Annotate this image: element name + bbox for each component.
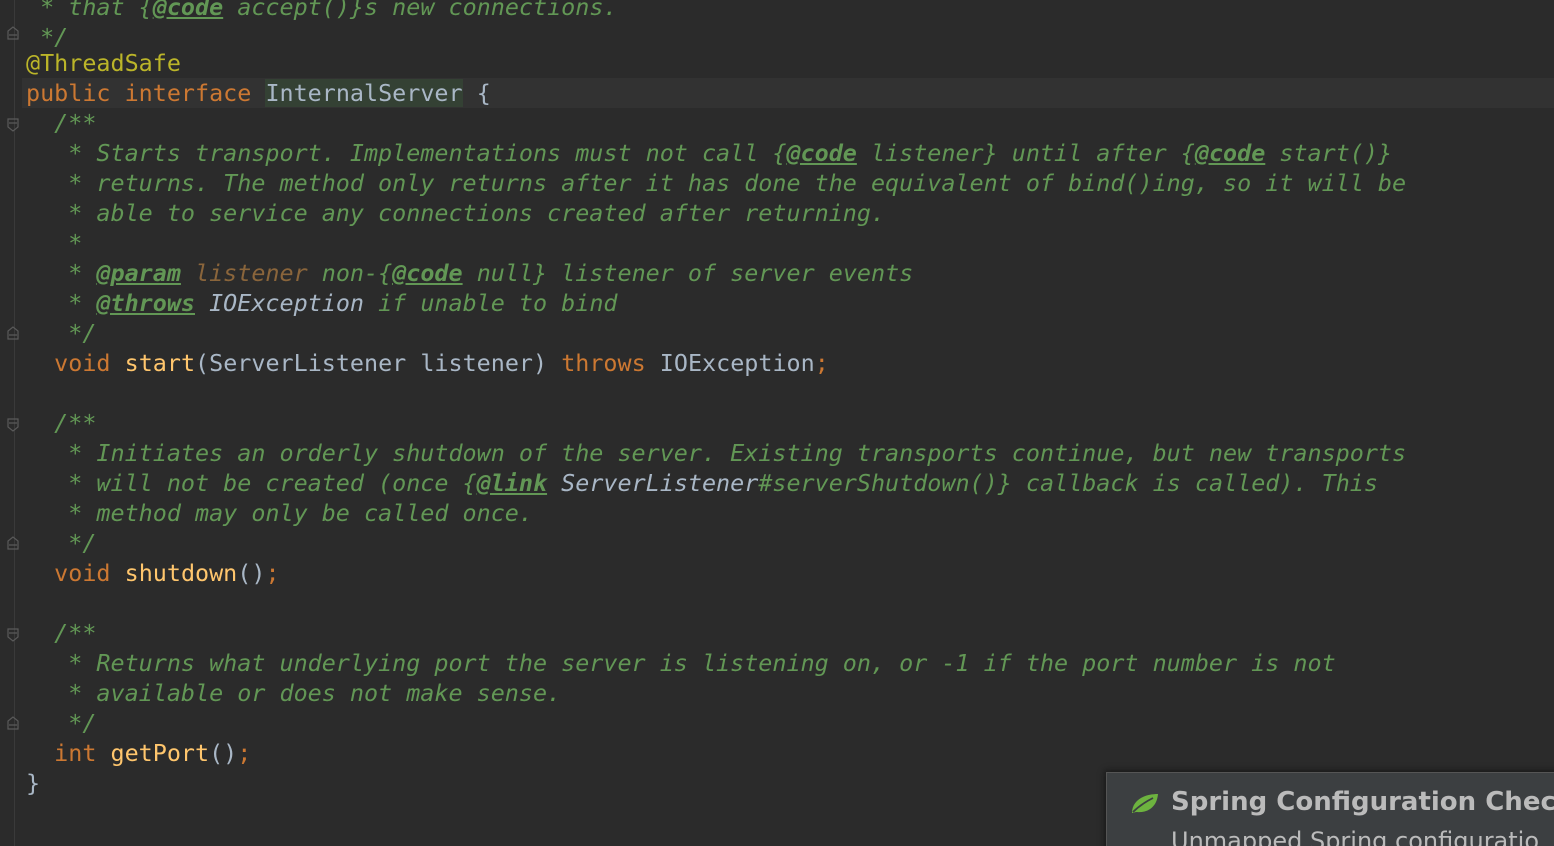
comment-text: /** <box>26 109 97 137</box>
comment-text: */ <box>26 709 97 737</box>
javadoc-tag: @code <box>152 0 224 21</box>
comment-text: listener} until after { <box>856 139 1195 167</box>
code-line[interactable]: void start(ServerListener listener) thro… <box>26 348 829 378</box>
keyword: throws <box>561 349 646 377</box>
code-line[interactable]: */ <box>26 318 96 348</box>
exception-type: IOException <box>659 349 815 377</box>
code-line[interactable]: void shutdown(); <box>26 558 280 588</box>
code-line[interactable]: @ThreadSafe <box>26 48 181 78</box>
comment-text: * <box>26 289 97 317</box>
javadoc-tag: @link <box>476 469 548 497</box>
code-line[interactable]: * method may only be called once. <box>26 498 533 528</box>
parameters: () <box>209 739 238 767</box>
javadoc-tag: @throws <box>96 289 195 317</box>
method-name: start <box>124 349 196 377</box>
method-name: getPort <box>110 739 210 767</box>
code-line[interactable]: * available or does not make sense. <box>26 678 561 708</box>
fold-start-icon[interactable] <box>6 418 20 432</box>
semicolon: ; <box>814 349 829 377</box>
fold-start-icon[interactable] <box>6 628 20 642</box>
code-line[interactable]: int getPort(); <box>26 738 251 768</box>
parameters: () <box>237 559 266 587</box>
comment-text: */ <box>26 319 97 347</box>
comment-text: accept()}s new connections. <box>223 0 618 21</box>
notification-title: Spring Configuration Check <box>1171 787 1554 817</box>
code-line[interactable]: * Initiates an orderly shutdown of the s… <box>26 438 1406 468</box>
code-line[interactable]: * @param listener non-{@code null} liste… <box>26 258 913 288</box>
method-name: shutdown <box>124 559 238 587</box>
code-line[interactable]: */ <box>26 708 96 738</box>
code-line[interactable]: * Starts transport. Implementations must… <box>26 138 1392 168</box>
code-line[interactable]: * returns. The method only returns after… <box>26 168 1406 198</box>
annotation: @ThreadSafe <box>26 49 181 77</box>
comment-text: */ <box>26 529 97 557</box>
fold-end-icon[interactable] <box>6 716 20 730</box>
code-line[interactable]: * <box>26 228 82 258</box>
comment-text: * Initiates an orderly shutdown of the s… <box>26 439 1407 467</box>
comment-text: * Returns what underlying port the serve… <box>26 649 1336 677</box>
comment-text: /** <box>26 619 97 647</box>
javadoc-tag: @code <box>786 139 857 167</box>
fold-start-icon[interactable] <box>6 118 20 132</box>
notification-balloon[interactable]: Spring Configuration Check Unmapped Spri… <box>1106 772 1554 846</box>
comment-text: * Starts transport. Implementations must… <box>26 139 787 167</box>
interface-name: InternalServer <box>265 79 463 107</box>
keyword: void <box>54 349 111 377</box>
code-line[interactable]: /** <box>26 618 96 648</box>
comment-text: null} listener of server events <box>462 259 914 287</box>
code-line[interactable]: public interface InternalServer { <box>26 78 491 108</box>
code-line[interactable]: /** <box>26 108 96 138</box>
javadoc-tag: @param <box>96 259 181 287</box>
comment-text: * that { <box>26 0 153 21</box>
javadoc-tag: @code <box>392 259 463 287</box>
semicolon: ; <box>237 739 252 767</box>
code-line[interactable]: * that {@code accept()}s new connections… <box>26 0 617 22</box>
keyword: void <box>54 559 111 587</box>
javadoc-tag: @code <box>1194 139 1266 167</box>
code-line[interactable]: */ <box>26 528 96 558</box>
editor-gutter <box>0 0 22 846</box>
fold-end-icon[interactable] <box>6 326 20 340</box>
fold-end-icon[interactable] <box>6 26 20 40</box>
brace: { <box>476 79 491 107</box>
comment-text: non-{ <box>307 259 393 287</box>
comment-text: * able to service any connections create… <box>26 199 886 227</box>
code-line[interactable]: /** <box>26 408 96 438</box>
code-line[interactable]: } <box>26 768 40 798</box>
param-name: listener <box>195 259 308 287</box>
keyword: int <box>54 739 97 767</box>
notification-body[interactable]: Unmapped Spring configuratio <box>1171 827 1539 846</box>
comment-text: #serverShutdown()} callback is called). … <box>758 469 1378 497</box>
parameters: (ServerListener listener) <box>195 349 562 377</box>
comment-text: * will not be created (once { <box>26 469 477 497</box>
comment-text: * returns. The method only returns after… <box>26 169 1407 197</box>
comment-text: * <box>26 229 83 257</box>
semicolon: ; <box>265 559 280 587</box>
comment-text: /** <box>26 409 97 437</box>
comment-text: start()} <box>1265 139 1393 167</box>
comment-text: * method may only be called once. <box>26 499 533 527</box>
brace: } <box>26 769 41 797</box>
code-line[interactable]: * able to service any connections create… <box>26 198 885 228</box>
comment-text: * available or does not make sense. <box>26 679 562 707</box>
comment-text: */ <box>26 23 69 51</box>
comment-text: if unable to bind <box>364 289 618 317</box>
class-reference: IOException <box>209 289 364 317</box>
keyword: interface <box>124 79 252 107</box>
spring-leaf-icon <box>1132 794 1158 813</box>
code-editor[interactable]: * that {@code accept()}s new connections… <box>0 0 1554 846</box>
fold-end-icon[interactable] <box>6 536 20 550</box>
class-reference: ServerListener <box>561 469 759 497</box>
code-line[interactable]: * @throws IOException if unable to bind <box>26 288 617 318</box>
keyword: public <box>26 79 111 107</box>
comment-text: * <box>26 259 97 287</box>
code-line[interactable]: * Returns what underlying port the serve… <box>26 648 1336 678</box>
code-line[interactable]: * will not be created (once {@link Serve… <box>26 468 1378 498</box>
